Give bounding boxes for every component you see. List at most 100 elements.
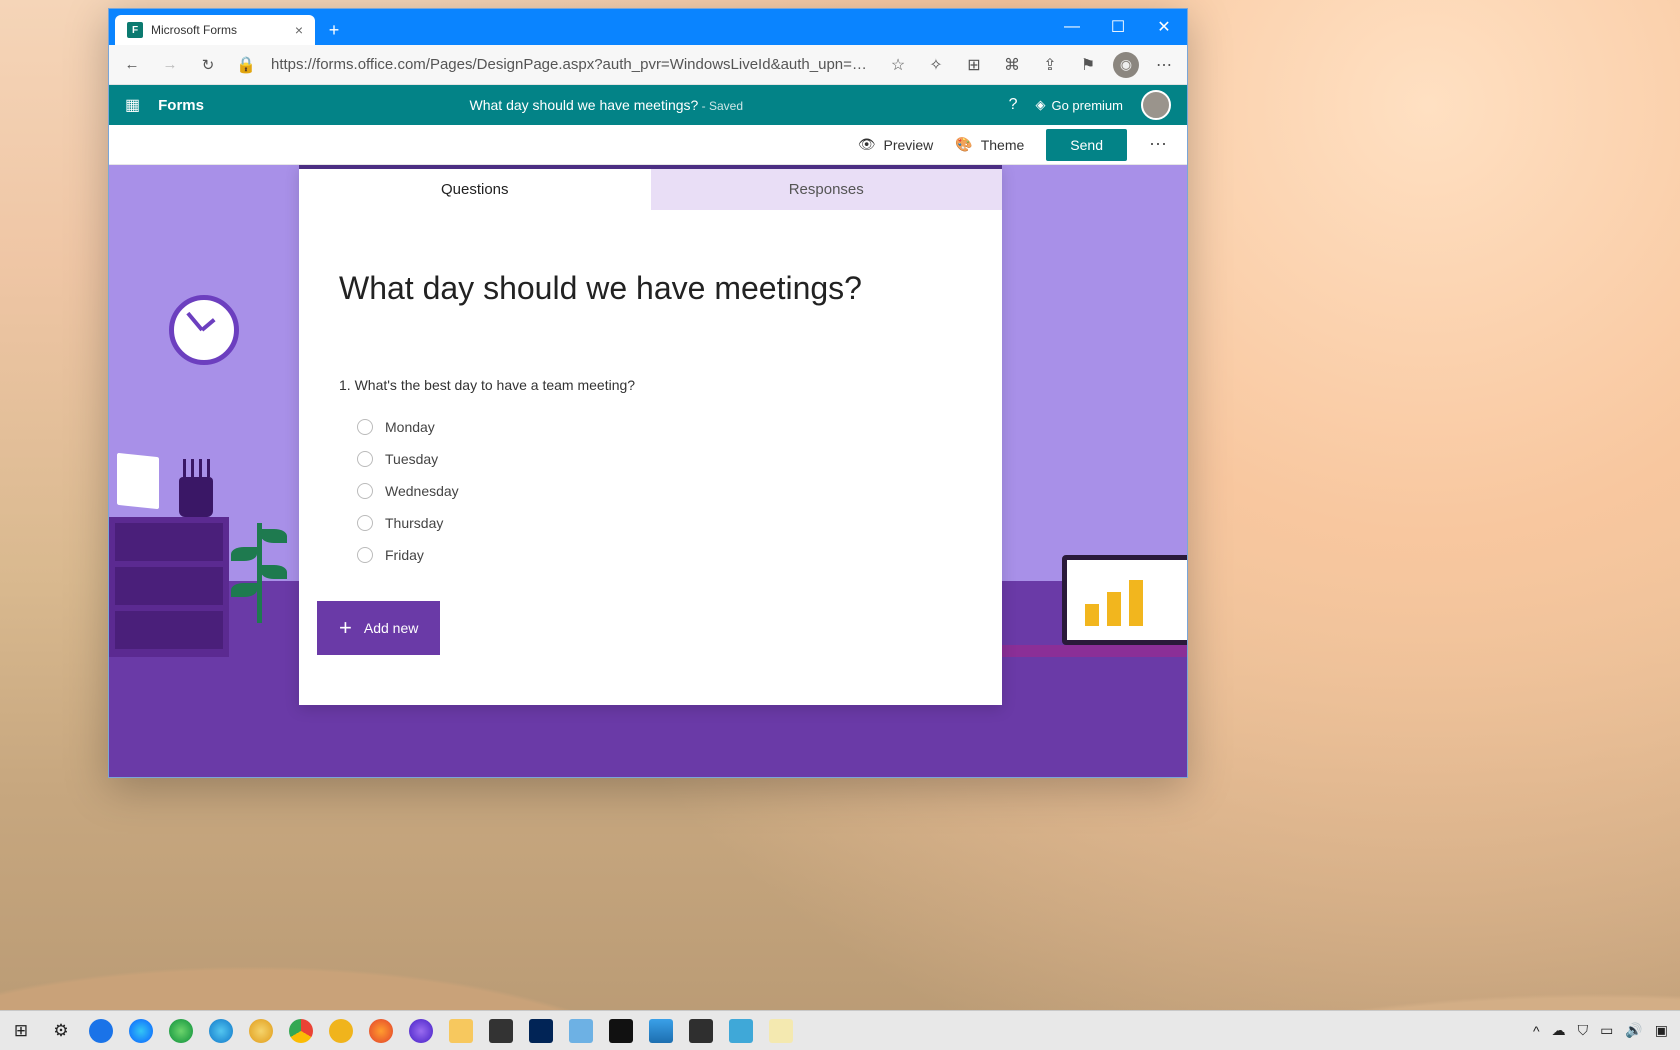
lock-icon[interactable]: 🔒 <box>233 55 259 75</box>
taskbar-app-edge-canary[interactable] <box>244 1014 278 1048</box>
browser-toolbar: ← → ↻ 🔒 https://forms.office.com/Pages/D… <box>109 45 1187 85</box>
radio-icon <box>357 419 373 435</box>
volume-icon[interactable]: 🔊 <box>1625 1022 1642 1039</box>
network-icon[interactable]: ▭ <box>1600 1022 1613 1039</box>
cabinet-illustration <box>109 517 229 657</box>
taskbar-app-terminal[interactable] <box>604 1014 638 1048</box>
question-number: 1. <box>339 377 351 393</box>
settings-icon[interactable]: ⚙ <box>44 1014 78 1048</box>
question-text: What's the best day to have a team meeti… <box>355 377 636 393</box>
tab-favicon: F <box>127 22 143 38</box>
nav-refresh-button[interactable]: ↻ <box>195 56 221 74</box>
radio-icon <box>357 483 373 499</box>
browser-window: F Microsoft Forms × + — ☐ ✕ ← → ↻ 🔒 http… <box>108 8 1188 778</box>
taskbar-app-store[interactable] <box>484 1014 518 1048</box>
option-label: Monday <box>385 419 435 435</box>
send-button[interactable]: Send <box>1046 129 1127 161</box>
start-button[interactable]: ⊞ <box>4 1014 38 1048</box>
app-launcher-icon[interactable]: ▦ <box>125 95 142 115</box>
option-label: Tuesday <box>385 451 438 467</box>
option-row[interactable]: Monday <box>339 411 962 443</box>
question-1[interactable]: 1. What's the best day to have a team me… <box>339 377 962 393</box>
taskbar-app-edge-beta[interactable] <box>164 1014 198 1048</box>
profile-avatar[interactable]: ◉ <box>1113 52 1139 78</box>
account-avatar[interactable] <box>1141 90 1171 120</box>
form-card: Questions Responses What day should we h… <box>299 165 1002 705</box>
tab-title: Microsoft Forms <box>151 23 237 37</box>
nav-forward-button[interactable]: → <box>157 56 183 73</box>
go-premium-button[interactable]: ◈ Go premium <box>1035 97 1123 113</box>
taskbar-app-edge-dev[interactable] <box>204 1014 238 1048</box>
option-label: Friday <box>385 547 424 563</box>
document-title: What day should we have meetings? <box>470 97 699 113</box>
radio-icon <box>357 515 373 531</box>
preview-label: Preview <box>883 137 933 153</box>
window-maximize-button[interactable]: ☐ <box>1095 9 1141 45</box>
paper-illustration <box>117 453 159 509</box>
share-icon[interactable]: ⇪ <box>1037 55 1063 75</box>
document-title-area[interactable]: What day should we have meetings? - Save… <box>220 97 993 113</box>
option-label: Wednesday <box>385 483 459 499</box>
address-bar[interactable]: https://forms.office.com/Pages/DesignPag… <box>271 56 873 73</box>
favorites-pin-icon[interactable]: ✧ <box>923 55 949 75</box>
radio-icon <box>357 451 373 467</box>
taskbar-app-edge[interactable] <box>124 1014 158 1048</box>
form-canvas: Questions Responses What day should we h… <box>109 165 1187 777</box>
option-row[interactable]: Thursday <box>339 507 962 539</box>
browser-menu-icon[interactable]: ⋯ <box>1151 55 1177 75</box>
help-button[interactable]: ? <box>1009 96 1018 114</box>
taskbar-app-photo[interactable] <box>644 1014 678 1048</box>
taskbar-app-firefox[interactable] <box>364 1014 398 1048</box>
favorite-star-icon[interactable]: ☆ <box>885 55 911 75</box>
option-label: Thursday <box>385 515 443 531</box>
theme-label: Theme <box>981 137 1025 153</box>
taskbar-app-explorer[interactable] <box>444 1014 478 1048</box>
tab-close-icon[interactable]: × <box>295 22 303 38</box>
radio-icon <box>357 547 373 563</box>
form-more-icon[interactable]: ⋯ <box>1149 134 1167 155</box>
o365-header: ▦ Forms What day should we have meetings… <box>109 85 1187 125</box>
add-new-label: Add new <box>364 620 418 636</box>
taskbar-app-notepad[interactable] <box>764 1014 798 1048</box>
option-row[interactable]: Wednesday <box>339 475 962 507</box>
nav-back-button[interactable]: ← <box>119 56 145 73</box>
form-toolbar: 👁 Preview 🎨 Theme Send ⋯ <box>109 125 1187 165</box>
taskbar-app-chrome[interactable] <box>284 1014 318 1048</box>
go-premium-label: Go premium <box>1051 98 1123 113</box>
tab-responses[interactable]: Responses <box>651 169 1003 210</box>
extensions-icon[interactable]: ⌘ <box>999 55 1025 75</box>
taskbar-app-misc2[interactable] <box>724 1014 758 1048</box>
option-row[interactable]: Tuesday <box>339 443 962 475</box>
windows-taskbar[interactable]: ⊞ ⚙ ^ ☁ ⛉ ▭ 🔊 ▣ <box>0 1010 1680 1050</box>
collections-icon[interactable]: ⊞ <box>961 55 987 75</box>
taskbar-app-chrome-canary[interactable] <box>324 1014 358 1048</box>
tray-chevron-up-icon[interactable]: ^ <box>1533 1023 1540 1039</box>
form-tabs: Questions Responses <box>299 165 1002 210</box>
action-center-icon[interactable]: ▣ <box>1655 1022 1668 1039</box>
read-aloud-icon[interactable]: ⚑ <box>1075 55 1101 75</box>
security-icon[interactable]: ⛉ <box>1578 1022 1589 1039</box>
window-titlebar[interactable]: F Microsoft Forms × + — ☐ ✕ <box>109 9 1187 45</box>
window-close-button[interactable]: ✕ <box>1141 9 1187 45</box>
taskbar-app-powershell[interactable] <box>524 1014 558 1048</box>
product-name[interactable]: Forms <box>158 97 204 114</box>
monitor-illustration <box>1062 555 1187 645</box>
option-row[interactable]: Friday <box>339 539 962 571</box>
taskbar-app[interactable] <box>84 1014 118 1048</box>
new-tab-button[interactable]: + <box>319 15 349 45</box>
tab-questions[interactable]: Questions <box>299 169 651 210</box>
add-new-button[interactable]: + Add new <box>317 601 440 655</box>
theme-button[interactable]: 🎨 Theme <box>955 136 1024 153</box>
form-title[interactable]: What day should we have meetings? <box>339 270 962 307</box>
onedrive-icon[interactable]: ☁ <box>1552 1022 1566 1039</box>
plus-icon: + <box>339 615 352 641</box>
preview-button[interactable]: 👁 Preview <box>858 136 934 153</box>
system-tray[interactable]: ^ ☁ ⛉ ▭ 🔊 ▣ <box>1533 1022 1676 1039</box>
taskbar-app-misc1[interactable] <box>684 1014 718 1048</box>
window-minimize-button[interactable]: — <box>1049 9 1095 45</box>
pencil-cup-illustration <box>179 477 213 517</box>
browser-tab-active[interactable]: F Microsoft Forms × <box>115 15 315 45</box>
taskbar-app-mail[interactable] <box>564 1014 598 1048</box>
save-status: Saved <box>709 99 743 113</box>
taskbar-app-firefox-nightly[interactable] <box>404 1014 438 1048</box>
